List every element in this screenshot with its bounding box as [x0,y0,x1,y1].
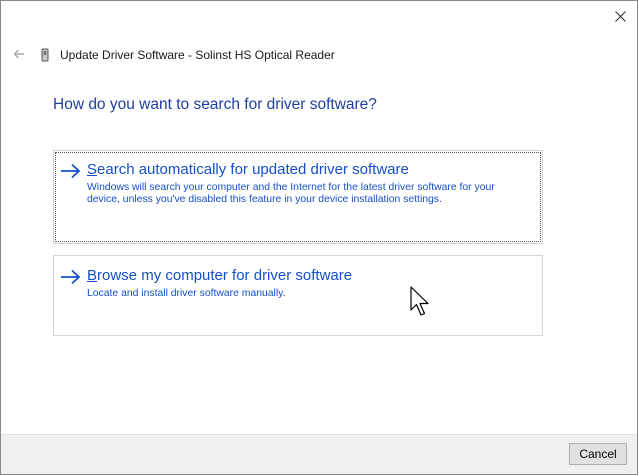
option-title: Browse my computer for driver software [87,267,353,284]
arrow-right-icon [61,163,81,179]
back-button[interactable] [7,42,31,66]
device-icon [41,48,49,62]
mouse-pointer-icon [410,286,429,316]
dialog-title: Update Driver Software - Solinst HS Opti… [60,48,335,62]
arrow-right-icon [61,269,81,285]
search-automatically-option[interactable]: Search automatically for updated driver … [53,150,543,244]
page-heading: How do you want to search for driver sof… [53,96,377,113]
browse-computer-option[interactable]: Browse my computer for driver software L… [53,255,543,336]
close-icon [614,10,626,22]
update-driver-dialog: Update Driver Software - Solinst HS Opti… [0,0,638,475]
dialog-title-bar: Update Driver Software - Solinst HS Opti… [38,46,335,64]
dialog-footer: Cancel [1,434,637,474]
back-arrow-icon [13,49,24,59]
option-title: Search automatically for updated driver … [87,161,409,178]
close-button[interactable] [605,3,635,29]
cancel-button[interactable]: Cancel [569,443,627,465]
option-description: Windows will search your computer and th… [87,182,495,205]
option-description: Locate and install driver software manua… [87,288,286,299]
